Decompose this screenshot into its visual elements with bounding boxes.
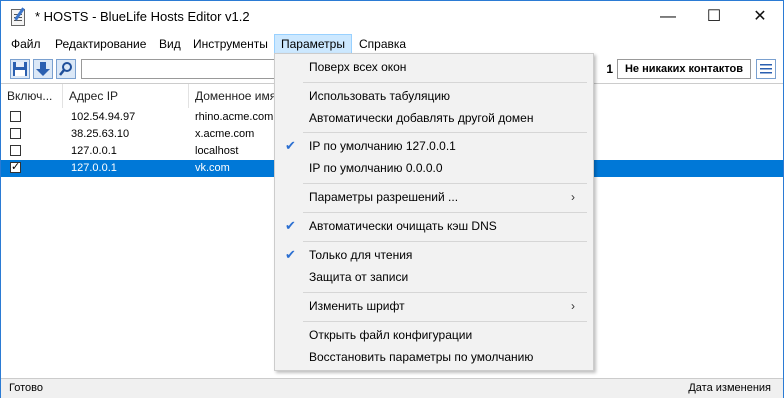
domain-cell: rhino.acme.com [195,111,274,123]
menu-separator [303,292,587,293]
minimize-button[interactable]: — [645,1,691,33]
menu-item-open-config[interactable]: Открыть файл конфигурации [275,324,593,346]
menu-bar: Файл Редактирование Вид Инструменты Пара… [1,34,783,54]
menu-item-label: Поверх всех окон [309,60,407,74]
menu-item-label: Только для чтения [309,248,413,262]
menu-separator [303,241,587,242]
ip-cell: 102.54.94.97 [71,111,136,123]
window-title: * HOSTS - BlueLife Hosts Editor v1.2 [35,9,250,24]
menu-item-label: Изменить шрифт [309,299,405,313]
menu-item-label: Восстановить параметры по умолчанию [309,350,534,364]
menu-tools[interactable]: Инструменты [187,34,274,54]
menu-item-auto-add-domain[interactable]: Автоматически добавлять другой домен [275,107,593,129]
menu-item-default-ip-0[interactable]: IP по умолчанию 0.0.0.0 [275,157,593,179]
filter-field[interactable]: Не никаких контактов [617,59,751,79]
menu-item-resolve-params[interactable]: Параметры разрешений ... › [275,186,593,208]
row-checkbox[interactable] [10,145,21,156]
menu-item-label: Открыть файл конфигурации [309,328,473,342]
menu-item-label: IP по умолчанию 127.0.0.1 [309,139,456,153]
menu-item-clear-dns-cache[interactable]: ✔ Автоматически очищать кэш DNS [275,215,593,237]
maximize-button[interactable]: ☐ [691,1,737,33]
ip-cell: 38.25.63.10 [71,128,130,140]
search-icon[interactable] [56,59,76,79]
status-bar: Готово Дата изменения [1,378,783,398]
submenu-arrow-icon: › [571,190,575,204]
row-checkbox[interactable] [10,128,21,139]
status-text: Готово [9,382,43,394]
close-button[interactable]: ✕ [737,1,783,33]
options-dropdown-menu: Поверх всех окон Использовать табуляцию … [274,53,594,371]
menu-separator [303,321,587,322]
menu-view[interactable]: Вид [153,34,187,54]
row-checkbox[interactable] [10,160,21,173]
menu-help[interactable]: Справка [353,34,412,54]
menu-item-use-tabs[interactable]: Использовать табуляцию [275,85,593,107]
notepad-icon [11,9,25,26]
menu-item-label: Использовать табуляцию [309,89,451,103]
domain-cell: x.acme.com [195,128,255,140]
menu-edit[interactable]: Редактирование [49,34,152,54]
checkmark-icon: ✔ [285,218,296,233]
ip-cell: 127.0.0.1 [71,145,117,157]
menu-item-restore-defaults[interactable]: Восстановить параметры по умолчанию [275,346,593,368]
menu-item-read-only[interactable]: ✔ Только для чтения [275,244,593,266]
menu-item-label: Защита от записи [309,270,409,284]
checkmark-icon: ✔ [285,247,296,262]
menu-item-label: Параметры разрешений ... [309,190,459,204]
checkmark-icon: ✔ [285,138,296,153]
menu-item-label: Автоматически добавлять другой домен [309,111,534,125]
column-header-domain[interactable]: Доменное имя [189,84,279,108]
save-icon[interactable] [10,59,30,79]
download-icon[interactable] [33,59,53,79]
row-checkbox[interactable] [10,111,21,122]
domain-cell: vk.com [195,162,230,174]
menu-separator [303,82,587,83]
submenu-arrow-icon: › [571,299,575,313]
menu-options[interactable]: Параметры [274,34,352,54]
title-bar[interactable]: * HOSTS - BlueLife Hosts Editor v1.2 — ☐… [1,1,783,33]
status-modified-date: Дата изменения [688,382,771,394]
menu-item-always-on-top[interactable]: Поверх всех окон [275,56,593,78]
column-header-ip[interactable]: Адрес IP [63,84,189,108]
menu-file[interactable]: Файл [5,34,47,54]
list-view-icon[interactable] [756,59,776,79]
menu-separator [303,132,587,133]
menu-item-write-protection[interactable]: Защита от записи [275,266,593,288]
menu-item-default-ip-127[interactable]: ✔ IP по умолчанию 127.0.0.1 [275,135,593,157]
menu-item-label: IP по умолчанию 0.0.0.0 [309,161,443,175]
ip-cell: 127.0.0.1 [71,162,117,174]
column-header-enabled[interactable]: Включ... [1,84,63,108]
menu-item-change-font[interactable]: Изменить шрифт › [275,295,593,317]
menu-separator [303,183,587,184]
menu-item-label: Автоматически очищать кэш DNS [309,219,497,233]
menu-separator [303,212,587,213]
domain-cell: localhost [195,145,239,157]
